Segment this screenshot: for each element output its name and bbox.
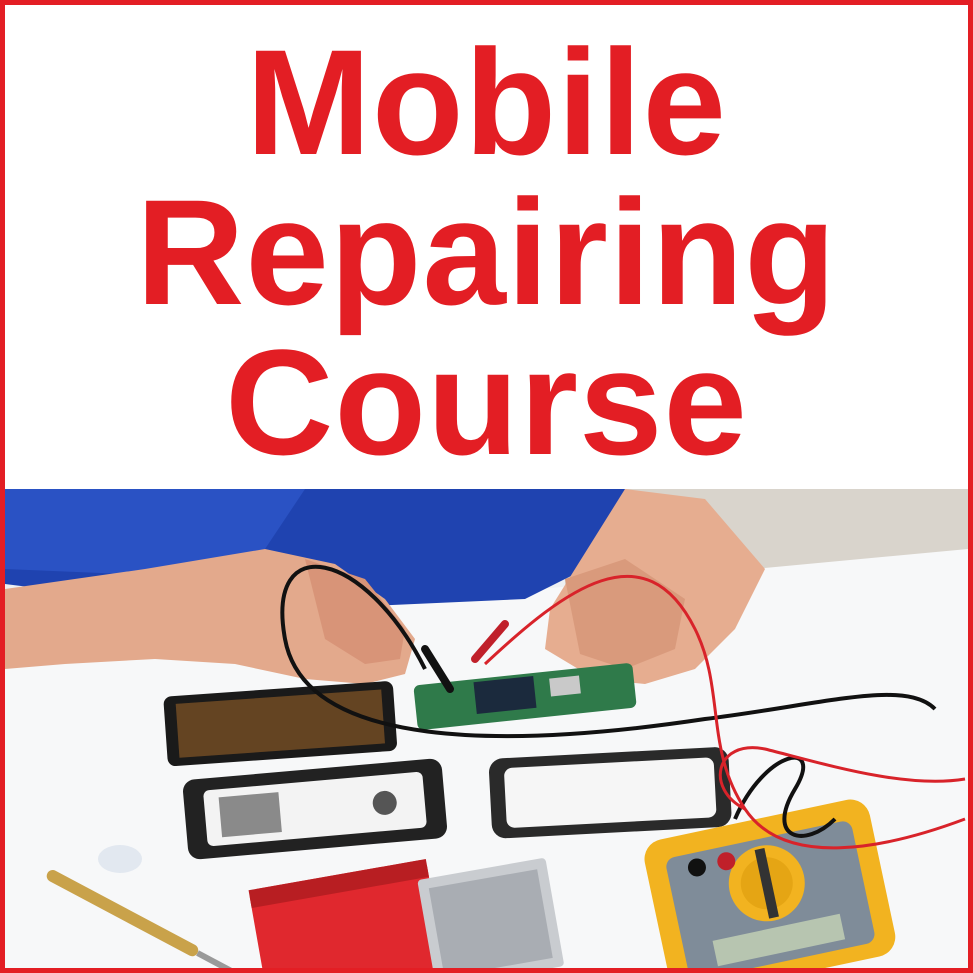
title-line-course: Course xyxy=(225,318,748,486)
poster-title: Mobile Repairing Course xyxy=(5,27,968,477)
repair-photo xyxy=(5,489,968,968)
poster-frame: Mobile Repairing Course xyxy=(0,0,973,973)
repair-scene-illustration xyxy=(5,489,968,968)
title-line-mobile: Mobile xyxy=(246,18,727,186)
title-line-repairing: Repairing xyxy=(136,168,837,336)
